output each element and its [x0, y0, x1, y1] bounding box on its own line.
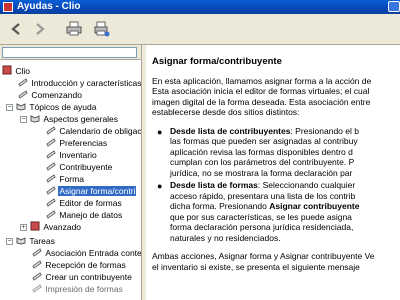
tree-item-manejo-datos[interactable]: Manejo de datos [46, 209, 123, 221]
app-icon [3, 2, 13, 12]
title-bar: Ayudas - Clio [0, 0, 400, 14]
tree-item-calendario[interactable]: Calendario de obligac [46, 125, 141, 137]
topic-pane: Asignar forma/contribuyente En esta apli… [146, 45, 400, 300]
bullet-icon: ● [157, 126, 163, 137]
page-icon [46, 186, 56, 195]
print-button[interactable] [64, 19, 84, 39]
contents-tab[interactable] [2, 47, 137, 58]
back-arrow-icon [11, 23, 20, 35]
contents-tab-strip [0, 45, 141, 60]
tree-item-topicos[interactable]: − Tópicos de ayuda [6, 101, 97, 113]
tree-item-crear-contribuyente[interactable]: Crear un contribuyente [32, 271, 133, 283]
back-button[interactable] [6, 19, 26, 39]
tree-item-inventario[interactable]: Inventario [46, 149, 98, 161]
print-setup-button[interactable] [92, 19, 112, 39]
closing-paragraph: Ambas acciones, Asignar forma y Asignar … [152, 251, 375, 272]
page-icon [46, 210, 56, 219]
forward-button[interactable] [30, 19, 50, 39]
page-icon [18, 78, 28, 87]
collapse-toggle[interactable]: − [6, 238, 13, 245]
tree-item-impresion[interactable]: Impresión de formas [32, 283, 124, 295]
expand-toggle[interactable]: + [20, 224, 27, 231]
close-button[interactable] [388, 1, 400, 12]
toolbar [0, 14, 400, 45]
tree-item-comenzando[interactable]: Comenzando [18, 89, 83, 101]
bullet-icon: ● [157, 181, 163, 191]
tree-item-asignar-forma[interactable]: Asignar forma/contri [46, 185, 137, 197]
printer-icon [66, 21, 82, 36]
page-icon [46, 174, 56, 183]
tree-item-editor-formas[interactable]: Editor de formas [46, 197, 123, 209]
window-title: Ayudas - Clio [17, 1, 81, 12]
tree-item-asociacion[interactable]: Asociación Entrada conte [32, 247, 141, 259]
page-icon [46, 150, 56, 159]
intro-paragraph: En esta aplicación, llamamos asignar for… [152, 75, 372, 118]
tree-item-preferencias[interactable]: Preferencias [46, 137, 108, 149]
tree-item-avanzado[interactable]: + Avanzado [20, 221, 82, 233]
page-icon [18, 90, 28, 99]
topic-heading: Asignar forma/contribuyente [152, 56, 282, 67]
tree-item-clio[interactable]: Clio [2, 65, 31, 77]
page-icon [32, 284, 42, 293]
page-icon [46, 126, 56, 135]
collapse-toggle[interactable]: − [6, 104, 13, 111]
page-icon [46, 162, 56, 171]
page-icon [32, 272, 42, 281]
tree-item-recepcion[interactable]: Recepción de formas [32, 259, 127, 271]
page-icon [46, 138, 56, 147]
page-icon [32, 248, 42, 257]
page-icon [46, 198, 56, 207]
collapse-toggle[interactable]: − [20, 116, 27, 123]
bullet-item-formas: ● Desde lista de formas: Seleccionando c… [157, 180, 360, 243]
contents-pane: Clio Introducción y características Come… [0, 45, 141, 300]
book-icon [2, 65, 12, 75]
topic-content: Asignar forma/contribuyente En esta apli… [152, 56, 400, 280]
tree-item-tareas[interactable]: − Tareas [6, 235, 56, 247]
printer-setup-icon [94, 21, 110, 37]
page-icon [32, 260, 42, 269]
tree-item-contribuyente[interactable]: Contribuyente [46, 161, 113, 173]
tree-item-introduccion[interactable]: Introducción y características [18, 77, 141, 89]
tree-item-forma[interactable]: Forma [46, 173, 85, 185]
tree-item-aspectos-generales[interactable]: − Aspectos generales [20, 113, 119, 125]
open-book-icon [30, 115, 40, 123]
open-book-icon [16, 103, 26, 111]
open-book-icon [16, 237, 26, 245]
forward-arrow-icon [36, 23, 45, 35]
book-icon [30, 221, 40, 231]
bullet-item-contribuyentes: ● Desde lista de contribuyentes: Presion… [157, 125, 359, 178]
